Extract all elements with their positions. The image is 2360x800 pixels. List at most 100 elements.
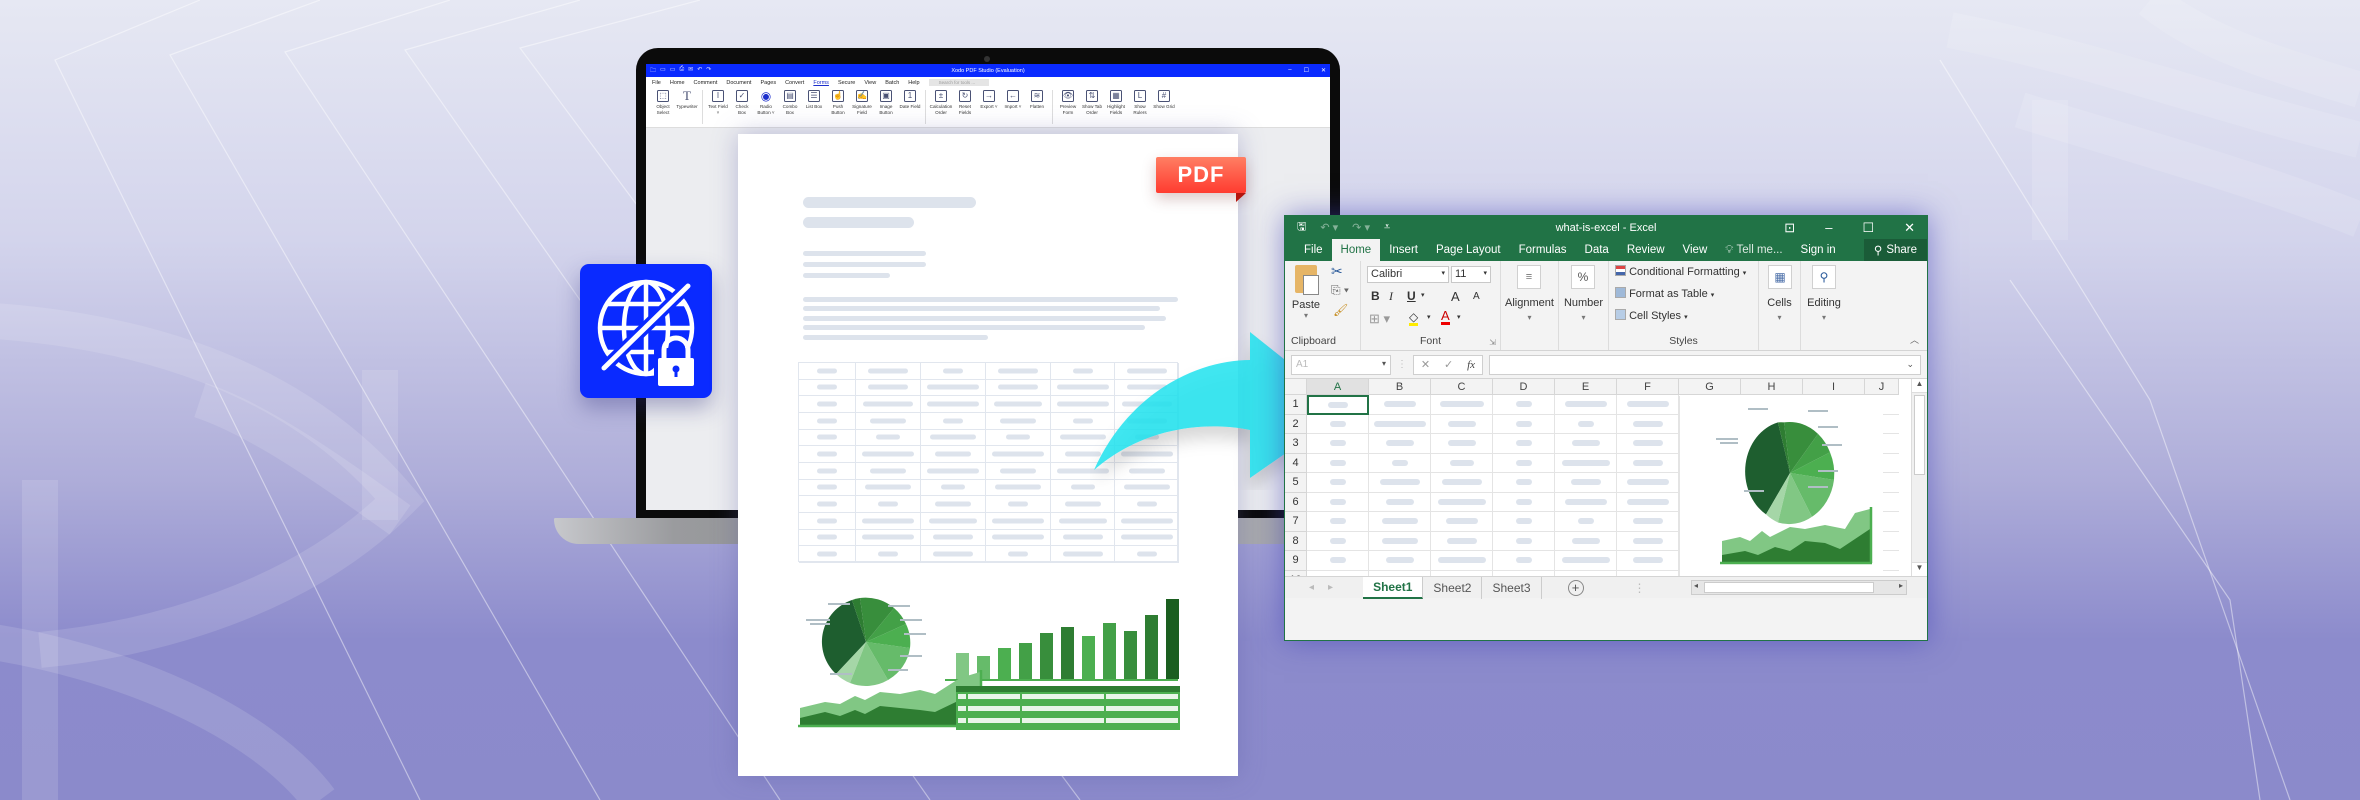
- menu-help[interactable]: Help: [908, 80, 919, 86]
- cell-F3[interactable]: [1617, 434, 1679, 454]
- row-header-3[interactable]: 3: [1285, 434, 1307, 454]
- increase-font-size-button[interactable]: A: [1451, 289, 1460, 304]
- underline-button[interactable]: U: [1407, 289, 1416, 303]
- tab-review[interactable]: Review: [1618, 239, 1674, 261]
- tool-show-rulers[interactable]: L Show Rulers: [1129, 90, 1151, 115]
- column-header-a[interactable]: A: [1307, 379, 1369, 395]
- cell-C4[interactable]: [1431, 453, 1493, 473]
- underline-dropdown-icon[interactable]: ▾: [1421, 291, 1425, 299]
- cell-F7[interactable]: [1617, 512, 1679, 532]
- cell-C8[interactable]: [1431, 531, 1493, 551]
- column-header-e[interactable]: E: [1555, 379, 1617, 395]
- scroll-up-button[interactable]: ▲: [1912, 379, 1927, 393]
- formula-input[interactable]: ⌄: [1489, 354, 1921, 375]
- open-icon[interactable]: 🗀: [650, 66, 656, 76]
- font-color-button[interactable]: A: [1441, 309, 1450, 325]
- tab-page-layout[interactable]: Page Layout: [1427, 239, 1510, 261]
- sign-in-link[interactable]: Sign in: [1792, 239, 1840, 261]
- tab-formulas[interactable]: Formulas: [1510, 239, 1576, 261]
- row-header-9[interactable]: 9: [1285, 551, 1307, 571]
- cell-D1[interactable]: [1493, 395, 1555, 415]
- horizontal-scrollbar[interactable]: ◂ ▸: [1691, 580, 1907, 595]
- bold-button[interactable]: B: [1371, 289, 1380, 303]
- tab-home[interactable]: Home: [1331, 239, 1381, 261]
- insert-function-button[interactable]: fx: [1467, 359, 1475, 371]
- undo-icon[interactable]: ↶: [697, 66, 702, 76]
- tool-search-input[interactable]: Search for tools ...: [928, 79, 989, 86]
- cell-A6[interactable]: [1307, 492, 1369, 512]
- cell-E5[interactable]: [1555, 473, 1617, 493]
- email-icon[interactable]: ✉: [688, 66, 693, 76]
- tab-view[interactable]: View: [1674, 239, 1717, 261]
- tool-image-button[interactable]: ▣ Image Button: [875, 90, 897, 115]
- tab-insert[interactable]: Insert: [1380, 239, 1427, 261]
- cell-styles-button[interactable]: Cell Styles ▾: [1615, 309, 1688, 322]
- font-color-dropdown-icon[interactable]: ▾: [1457, 313, 1461, 321]
- menu-view[interactable]: View: [864, 80, 876, 86]
- print-icon[interactable]: ⎙: [679, 66, 684, 76]
- cell-B9[interactable]: [1369, 551, 1431, 571]
- enter-icon[interactable]: ✓: [1444, 358, 1453, 371]
- cell-E9[interactable]: [1555, 551, 1617, 571]
- cell-F2[interactable]: [1617, 414, 1679, 434]
- cell-D7[interactable]: [1493, 512, 1555, 532]
- expand-formula-bar-icon[interactable]: ⌄: [1906, 359, 1914, 370]
- row-header-5[interactable]: 5: [1285, 473, 1307, 493]
- collapse-ribbon-icon[interactable]: ︿: [1910, 333, 1919, 346]
- editing-group[interactable]: ⚲ Editing ▾: [1801, 261, 1847, 350]
- save-as-icon[interactable]: ▭: [670, 66, 676, 76]
- tell-me-search[interactable]: 💡︎ Tell me...: [1716, 239, 1791, 261]
- customize-qat-icon[interactable]: ⩡: [1384, 221, 1390, 234]
- cell-C1[interactable]: [1431, 395, 1493, 415]
- minimize-button[interactable]: –: [1825, 220, 1832, 235]
- sheet-tab-2[interactable]: Sheet2: [1423, 576, 1483, 599]
- cell-B6[interactable]: [1369, 492, 1431, 512]
- redo-icon[interactable]: ↷ ▾: [1352, 221, 1370, 234]
- cell-D9[interactable]: [1493, 551, 1555, 571]
- close-button[interactable]: ✕: [1321, 67, 1326, 74]
- cell-B7[interactable]: [1369, 512, 1431, 532]
- menu-secure[interactable]: Secure: [838, 80, 855, 86]
- copy-icon[interactable]: ⎘ ▾: [1331, 283, 1349, 298]
- format-as-table-button[interactable]: Format as Table ▾: [1615, 287, 1714, 300]
- menu-forms[interactable]: Forms: [813, 80, 829, 86]
- borders-icon[interactable]: ⊞ ▾: [1369, 311, 1390, 327]
- row-header-6[interactable]: 6: [1285, 492, 1307, 512]
- tool-highlight-fields[interactable]: ▦ Highlight Fields: [1105, 90, 1127, 115]
- cell-A5[interactable]: [1307, 473, 1369, 493]
- menu-batch[interactable]: Batch: [885, 80, 899, 86]
- share-button[interactable]: ⚲ Share: [1863, 239, 1927, 261]
- alignment-group[interactable]: ≡ Alignment ▾: [1501, 261, 1559, 350]
- row-header-1[interactable]: 1: [1285, 395, 1307, 415]
- vertical-scrollbar[interactable]: ▲ ▼: [1911, 379, 1927, 576]
- tool-date-field[interactable]: 1 Date Field: [899, 90, 921, 110]
- cell-D8[interactable]: [1493, 531, 1555, 551]
- cell-C3[interactable]: [1431, 434, 1493, 454]
- cell-A7[interactable]: [1307, 512, 1369, 532]
- cell-F1[interactable]: [1617, 395, 1679, 415]
- horizontal-scroll-thumb[interactable]: [1704, 582, 1874, 593]
- paste-button[interactable]: Paste ▾: [1291, 265, 1321, 320]
- cell-A1[interactable]: [1307, 395, 1369, 415]
- name-box[interactable]: A1 ▾: [1291, 354, 1391, 375]
- ribbon-display-options-icon[interactable]: ⊡: [1784, 220, 1795, 236]
- cell-E6[interactable]: [1555, 492, 1617, 512]
- font-dialog-launcher-icon[interactable]: ⇲: [1489, 338, 1496, 347]
- conditional-formatting-button[interactable]: Conditional Formatting ▾: [1615, 265, 1746, 278]
- cell-E2[interactable]: [1555, 414, 1617, 434]
- maximize-button[interactable]: ☐: [1862, 220, 1874, 236]
- cell-E7[interactable]: [1555, 512, 1617, 532]
- maximize-button[interactable]: ☐: [1304, 67, 1309, 74]
- scroll-right-button[interactable]: ▸: [1899, 581, 1903, 590]
- cell-B4[interactable]: [1369, 453, 1431, 473]
- font-name-select[interactable]: Calibri ▾: [1367, 266, 1449, 283]
- tool-object-select[interactable]: ⬚ Object Select: [652, 90, 674, 115]
- cell-D2[interactable]: [1493, 414, 1555, 434]
- format-painter-icon[interactable]: 🖌︎: [1333, 303, 1348, 317]
- tool-combo-box[interactable]: ▤ Combo Box: [779, 90, 801, 115]
- cell-C7[interactable]: [1431, 512, 1493, 532]
- column-header-c[interactable]: C: [1431, 379, 1493, 395]
- cut-icon[interactable]: ✂: [1331, 263, 1343, 280]
- column-header-j[interactable]: J: [1865, 379, 1899, 395]
- tool-radio-button[interactable]: ◉ Radio Button ˅: [755, 89, 777, 115]
